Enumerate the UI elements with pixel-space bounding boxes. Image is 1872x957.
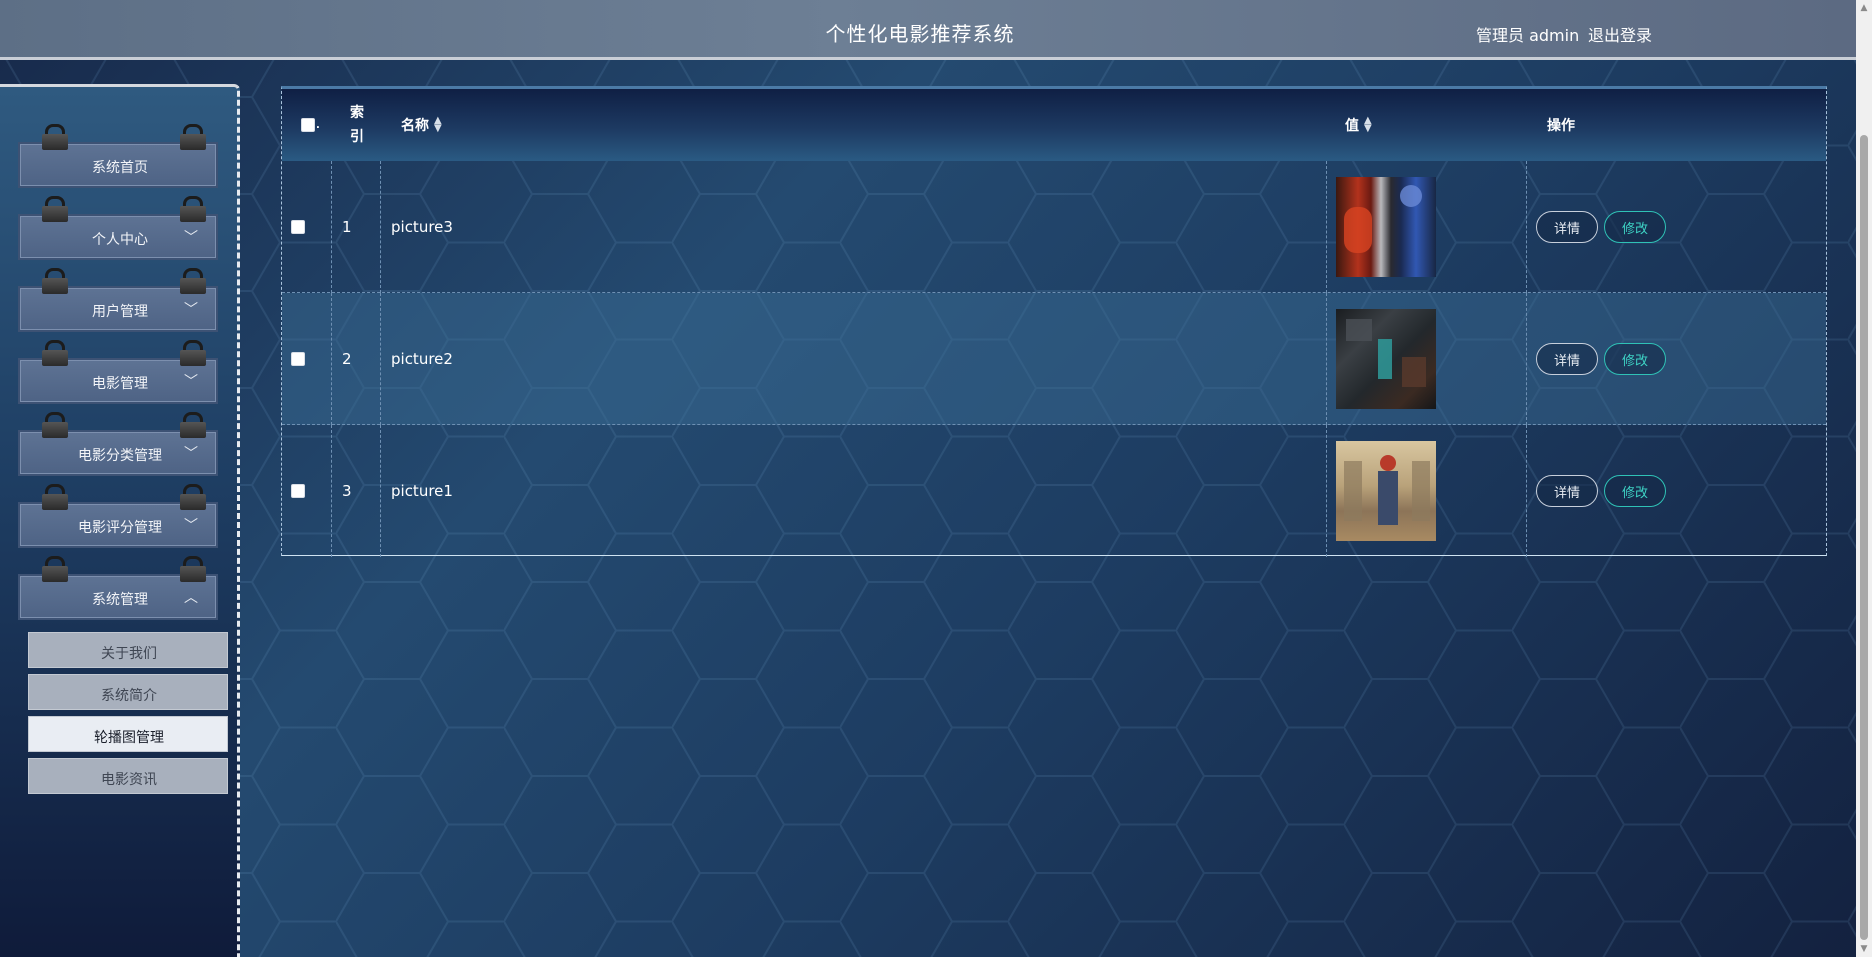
detail-button[interactable]: 详情: [1536, 211, 1598, 243]
sidebar-item-movie-categories[interactable]: 电影分类管理 ﹀: [18, 412, 218, 476]
column-header-actions: 操作: [1547, 89, 1575, 161]
row-select-cell: [291, 161, 305, 293]
sidebar-subitem-label: 关于我们: [101, 646, 157, 662]
sidebar-subitem-label: 电影资讯: [101, 772, 157, 788]
binder-clip-icon: [180, 556, 206, 582]
sidebar-subitem-news[interactable]: 电影资讯: [28, 758, 228, 794]
current-user: 管理员 admin: [1476, 26, 1580, 45]
sidebar-item-system[interactable]: 系统管理 ︿: [18, 556, 218, 620]
binder-clip-icon: [180, 484, 206, 510]
edit-button[interactable]: 修改: [1604, 211, 1666, 243]
sidebar-subitem-label: 系统简介: [101, 688, 157, 704]
chevron-down-icon: ﹀: [184, 230, 198, 246]
sidebar: 系统首页 个人中心 ﹀ 用户管理 ﹀ 电影管理 ﹀ 电影分类管理 ﹀ 电影评分管…: [0, 84, 240, 957]
detail-button[interactable]: 详情: [1536, 475, 1598, 507]
row-actions: 详情 修改: [1536, 293, 1666, 425]
row-name: picture2: [391, 350, 453, 368]
sidebar-subitem-about[interactable]: 关于我们: [28, 632, 228, 668]
row-index: 2: [342, 350, 352, 368]
sidebar-item-movies[interactable]: 电影管理 ﹀: [18, 340, 218, 404]
row-select-cell: [291, 425, 305, 557]
carousel-thumbnail[interactable]: [1336, 441, 1436, 541]
binder-clip-icon: [180, 196, 206, 222]
sidebar-subitem-label: 轮播图管理: [94, 730, 164, 746]
column-header-label: 操作: [1547, 118, 1575, 134]
row-index: 1: [342, 218, 352, 236]
column-header-index[interactable]: 索引: [350, 89, 370, 161]
row-value-cell: [1336, 425, 1436, 557]
table-row: 3 picture1 详情 修改: [282, 425, 1826, 557]
chevron-down-icon: ﹀: [184, 302, 198, 318]
row-index: 3: [342, 482, 352, 500]
binder-clip-icon: [42, 340, 68, 366]
column-header-name[interactable]: 名称 ▲ ▼: [401, 89, 442, 161]
carousel-thumbnail[interactable]: [1336, 309, 1436, 409]
row-value-cell: [1336, 161, 1436, 293]
chevron-up-icon: ︿: [184, 590, 198, 606]
binder-clip-icon: [42, 196, 68, 222]
sidebar-item-movie-ratings[interactable]: 电影评分管理 ﹀: [18, 484, 218, 548]
top-header: 个性化电影推荐系统 管理员 admin 退出登录: [0, 0, 1856, 60]
row-actions: 详情 修改: [1536, 425, 1666, 557]
binder-clip-icon: [180, 412, 206, 438]
binder-clip-icon: [180, 268, 206, 294]
sort-icon[interactable]: ▲ ▼: [1364, 116, 1372, 134]
select-all-cell: .: [301, 89, 320, 161]
column-header-label: 值: [1345, 118, 1359, 134]
sort-icon[interactable]: ▲ ▼: [434, 116, 442, 134]
row-name: picture3: [391, 218, 453, 236]
table-row: 2 picture2 详情 修改: [282, 293, 1826, 425]
sidebar-subitem-intro[interactable]: 系统简介: [28, 674, 228, 710]
row-value-cell: [1336, 293, 1436, 425]
scroll-up-icon[interactable]: ▲: [1856, 0, 1872, 16]
binder-clip-icon: [42, 484, 68, 510]
sidebar-subitem-carousel[interactable]: 轮播图管理: [28, 716, 228, 752]
row-actions: 详情 修改: [1536, 161, 1666, 293]
column-header-label: 名称: [401, 118, 429, 134]
truncation-dot: .: [316, 119, 320, 131]
row-select-cell: [291, 293, 305, 425]
logout-link[interactable]: 退出登录: [1588, 22, 1652, 46]
detail-button[interactable]: 详情: [1536, 343, 1598, 375]
column-header-label: 索引: [350, 105, 364, 145]
row-name: picture1: [391, 482, 453, 500]
edit-button[interactable]: 修改: [1604, 343, 1666, 375]
table-header: . 索引 名称 ▲ ▼ 值 ▲ ▼ 操作: [282, 89, 1826, 161]
row-checkbox[interactable]: [291, 220, 305, 234]
chevron-down-icon: ﹀: [184, 518, 198, 534]
sidebar-item-profile[interactable]: 个人中心 ﹀: [18, 196, 218, 260]
binder-clip-icon: [42, 124, 68, 150]
sidebar-item-users[interactable]: 用户管理 ﹀: [18, 268, 218, 332]
vertical-scrollbar[interactable]: ▲ ▼: [1856, 0, 1872, 957]
binder-clip-icon: [180, 124, 206, 150]
scrollbar-thumb[interactable]: [1860, 135, 1868, 940]
binder-clip-icon: [42, 556, 68, 582]
carousel-table: . 索引 名称 ▲ ▼ 值 ▲ ▼ 操作 1 picture3 详情 修改 2 …: [281, 86, 1827, 557]
binder-clip-icon: [42, 268, 68, 294]
sidebar-item-home[interactable]: 系统首页: [18, 124, 218, 188]
column-header-value[interactable]: 值 ▲ ▼: [1345, 89, 1372, 161]
table-row: 1 picture3 详情 修改: [282, 161, 1826, 293]
chevron-down-icon: ﹀: [184, 446, 198, 462]
sidebar-item-label: 系统首页: [92, 160, 148, 176]
chevron-down-icon: ﹀: [184, 374, 198, 390]
row-checkbox[interactable]: [291, 352, 305, 366]
edit-button[interactable]: 修改: [1604, 475, 1666, 507]
carousel-thumbnail[interactable]: [1336, 177, 1436, 277]
select-all-checkbox[interactable]: [301, 118, 315, 132]
binder-clip-icon: [180, 340, 206, 366]
binder-clip-icon: [42, 412, 68, 438]
row-checkbox[interactable]: [291, 484, 305, 498]
scroll-down-icon[interactable]: ▼: [1856, 941, 1872, 957]
